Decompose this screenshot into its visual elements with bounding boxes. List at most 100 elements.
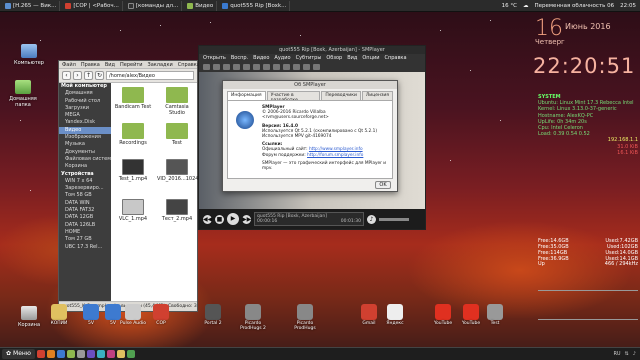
desktop-home[interactable]: Домашняя папка — [6, 80, 40, 108]
sidebar-item[interactable]: Yandex.Disk — [59, 119, 111, 126]
keyboard-layout[interactable]: RU — [613, 351, 620, 357]
sidebar-item[interactable]: Загрузки — [59, 105, 111, 112]
launcher-icon[interactable] — [76, 350, 85, 358]
screenshot-icon[interactable] — [263, 64, 270, 70]
dock-item[interactable]: Яндекс — [380, 304, 410, 326]
reload-icon[interactable]: ↻ — [95, 71, 104, 80]
volume-slider[interactable] — [379, 217, 409, 221]
dvd-icon[interactable] — [223, 64, 230, 70]
launcher-icon[interactable] — [36, 350, 45, 358]
audio-icon[interactable] — [313, 64, 320, 70]
sp-menu-item[interactable]: Вид — [347, 54, 357, 62]
sidebar-item[interactable]: DATA 126LB — [59, 222, 111, 229]
sidebar-item[interactable]: UBC 17.3 Rel... — [59, 244, 111, 251]
sidebar-item[interactable]: Изображения — [59, 134, 111, 141]
sidebar-item[interactable]: Файловая система — [59, 156, 111, 163]
dock-item[interactable]: Pulse Audio — [118, 304, 148, 326]
volume-icon[interactable]: ♪ — [633, 351, 636, 357]
sidebar-item[interactable]: MEGA — [59, 112, 111, 119]
sidebar-item[interactable]: Домашняя — [59, 90, 111, 97]
dock-item[interactable]: Test — [480, 304, 510, 326]
sidebar-item[interactable]: Документы — [59, 149, 111, 156]
file-item[interactable]: Test_1.mp4 — [113, 159, 153, 182]
top-tab-2[interactable]: [COP | <Рабоч... — [62, 0, 123, 11]
location-bar[interactable]: /home/alex/Видео — [106, 71, 194, 80]
rewind-icon[interactable]: ◀◀ — [203, 214, 212, 224]
dock-item[interactable]: КОПИИ — [44, 304, 74, 326]
sidebar-item[interactable]: WIN 7 x 64 — [59, 178, 111, 185]
top-tab-3[interactable]: [команды дл... — [125, 0, 183, 11]
launcher-icon[interactable] — [56, 350, 65, 358]
sidebar-item[interactable]: Том 27 GB — [59, 236, 111, 243]
sidebar-item[interactable]: Музыка — [59, 141, 111, 148]
back-icon[interactable]: ‹ — [62, 71, 71, 80]
sp-menu-item[interactable]: Аудио — [274, 54, 290, 62]
sp-menu-item[interactable]: Опции — [362, 54, 379, 62]
fm-menu-item[interactable]: Закладки — [148, 62, 173, 68]
sidebar-item[interactable]: DATA 12GB — [59, 214, 111, 221]
subtitles-icon[interactable] — [303, 64, 310, 70]
settings-icon[interactable] — [283, 64, 290, 70]
fm-menu-item[interactable]: Справка — [178, 62, 200, 68]
dock-item[interactable]: Picardo ProdHugs 2 — [238, 304, 268, 331]
sidebar-item[interactable]: Том 58 GB — [59, 192, 111, 199]
top-tab-1[interactable]: [H.265 — Вик... — [2, 0, 61, 11]
sp-menu-item[interactable]: Открыть — [203, 54, 226, 62]
file-item[interactable]: VID_2016...102436.mp4 — [157, 159, 218, 182]
sp-menu-item[interactable]: Обзор — [326, 54, 342, 62]
sidebar-item[interactable]: DATA WIN — [59, 200, 111, 207]
panel-time[interactable]: 22:05 — [620, 3, 636, 9]
desktop-trash[interactable]: Корзина — [12, 306, 46, 328]
forward-icon[interactable]: ▶▶ — [242, 214, 251, 224]
launcher-icon[interactable] — [46, 350, 55, 358]
sidebar-item[interactable]: HOME — [59, 229, 111, 236]
launcher-icon[interactable] — [126, 350, 135, 358]
top-tab-4[interactable]: Видео — [184, 0, 218, 11]
playlist-icon[interactable] — [253, 64, 260, 70]
sp-menu-item[interactable]: Видео — [253, 54, 269, 62]
launcher-icon[interactable] — [66, 350, 75, 358]
dock-item[interactable]: COP — [146, 304, 176, 326]
fm-menu-item[interactable]: Файл — [62, 62, 76, 68]
sidebar-item[interactable]: Видео — [59, 126, 111, 135]
sidebar-item[interactable]: Корзина — [59, 163, 111, 170]
dock-item[interactable]: Picardo ProdHugs — [290, 304, 320, 331]
play-icon[interactable]: ▶ — [227, 213, 239, 225]
network-icon[interactable]: ⇅ — [625, 351, 629, 357]
file-item[interactable]: Тест_2.mp4 — [157, 199, 197, 222]
desktop-computer[interactable]: Компьютер — [12, 44, 46, 66]
sp-menu-item[interactable]: Воспр. — [231, 54, 248, 62]
launcher-icon[interactable] — [86, 350, 95, 358]
sp-menu-item[interactable]: Субтитры — [296, 54, 322, 62]
file-item[interactable]: Test — [157, 123, 197, 146]
weather-text[interactable]: Переменная облачность 06 — [535, 3, 615, 9]
fm-menu-item[interactable]: Вид — [105, 62, 115, 68]
launcher-icon[interactable] — [106, 350, 115, 358]
sidebar-item[interactable]: Зарезервиро... — [59, 185, 111, 192]
up-icon[interactable]: ↑ — [84, 71, 93, 80]
fm-menu-item[interactable]: Правка — [81, 62, 100, 68]
info-icon[interactable] — [293, 64, 300, 70]
file-item[interactable]: Camtasia Studio — [157, 87, 197, 116]
url-icon[interactable] — [233, 64, 240, 70]
fm-menu-item[interactable]: Перейти — [120, 62, 143, 68]
top-tab-5[interactable]: quot555 Rip [Boxk... — [219, 0, 291, 11]
menu-button[interactable]: ✿ Меню — [2, 349, 35, 359]
stop-icon[interactable]: ■ — [215, 214, 224, 224]
sp-menu-item[interactable]: Справка — [384, 54, 406, 62]
folder-icon[interactable] — [213, 64, 220, 70]
dock-item[interactable]: Portal 2 — [198, 304, 228, 326]
open-icon[interactable] — [203, 64, 210, 70]
forward-icon[interactable]: › — [73, 71, 82, 80]
forum-link[interactable]: http://forum.smplayer.info — [307, 153, 363, 158]
file-item[interactable]: VLC_1.mp4 — [113, 199, 153, 222]
launcher-icon[interactable] — [96, 350, 105, 358]
sidebar-item[interactable]: DATA FAT32 — [59, 207, 111, 214]
launcher-icon[interactable] — [116, 350, 125, 358]
sidebar-item[interactable]: Рабочий стол — [59, 98, 111, 105]
volume-icon[interactable]: ♪ — [367, 214, 376, 224]
equalizer-icon[interactable] — [273, 64, 280, 70]
ok-button[interactable]: OK — [375, 181, 391, 189]
file-item[interactable]: Recordings — [113, 123, 153, 146]
dock-item[interactable]: YouTube — [428, 304, 458, 326]
